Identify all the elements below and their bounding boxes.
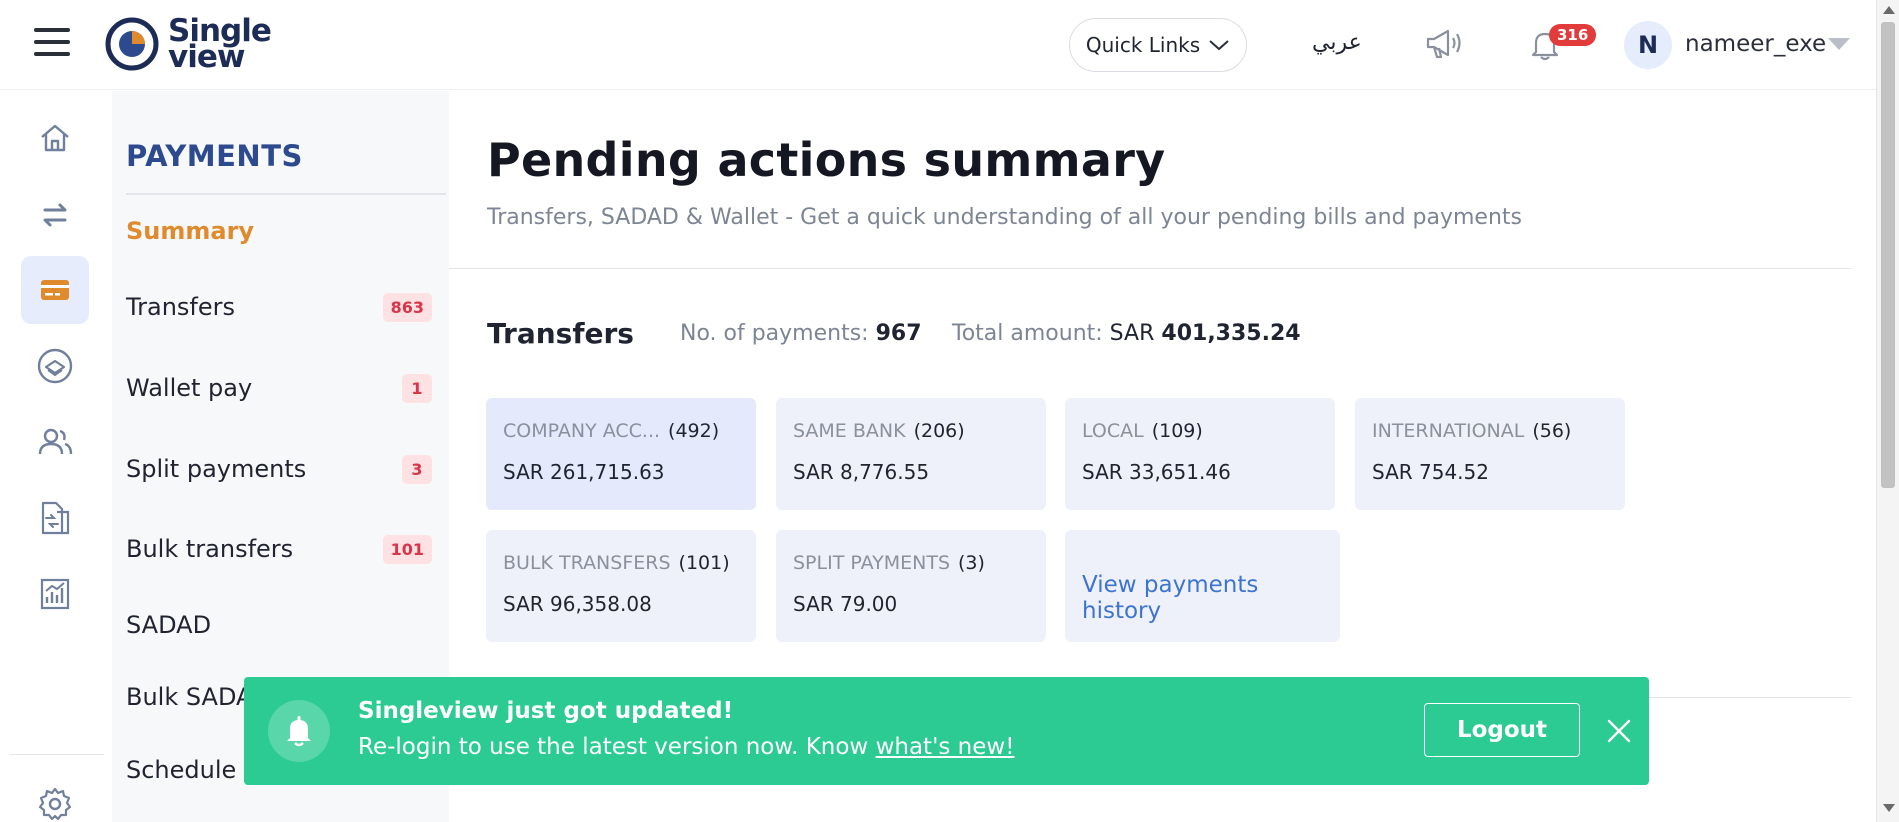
singleview-logo[interactable]: Single view [104, 13, 272, 75]
subnav-item-label: Schedule p [126, 756, 260, 784]
home-icon [41, 124, 69, 152]
scroll-up-arrow-icon[interactable] [1883, 6, 1895, 14]
gear-icon [38, 787, 72, 821]
toast-message: Re-login to use the latest version now. … [358, 734, 1015, 760]
count-badge: 863 [382, 292, 432, 322]
caret-down-icon[interactable] [1828, 38, 1850, 50]
summary-card-local[interactable]: LOCAL (109) SAR 33,651.46 [1065, 398, 1335, 510]
whats-new-link[interactable]: what's new! [876, 734, 1015, 760]
count-badge: 101 [382, 534, 432, 564]
document-transfer-icon [41, 501, 70, 535]
scroll-down-arrow-icon[interactable] [1883, 804, 1895, 812]
subnav-item-summary[interactable]: Summary [126, 211, 432, 251]
rail-payments[interactable] [21, 256, 89, 324]
subnav-item-label: Summary [126, 217, 255, 245]
subnav-item-label: Wallet pay [126, 374, 253, 402]
payments-count-stat: No. of payments: 967 [680, 321, 922, 346]
summary-card-international[interactable]: INTERNATIONAL (56) SAR 754.52 [1355, 398, 1625, 510]
icon-rail [0, 91, 112, 822]
logo-mark-icon [105, 17, 159, 71]
rail-transfers[interactable] [21, 181, 89, 249]
header-divider [449, 268, 1851, 269]
subnav-item-wallet-pay[interactable]: Wallet pay 1 [126, 368, 432, 408]
subnav-item-label: Split payments [126, 455, 307, 483]
subnav-item-bulk-transfers[interactable]: Bulk transfers 101 [126, 529, 432, 569]
bill-icon [37, 348, 73, 384]
notification-count-badge: 316 [1549, 24, 1597, 46]
chevron-down-icon [1209, 40, 1229, 51]
logout-button[interactable]: Logout [1424, 703, 1580, 757]
update-toast: Singleview just got updated! Re-login to… [244, 677, 1649, 785]
subnav-item-split-payments[interactable]: Split payments 3 [126, 449, 432, 489]
section-title: Transfers [487, 317, 634, 350]
top-bar: Single view Quick Links عربي 316 N namee… [0, 0, 1876, 90]
scroll-thumb[interactable] [1881, 22, 1895, 488]
summary-card-split-payments[interactable]: SPLIT PAYMENTS (3) SAR 79.00 [776, 530, 1046, 642]
count-badge: 1 [402, 373, 432, 403]
subnav-item-label: SADAD [126, 611, 212, 639]
megaphone-icon[interactable] [1424, 26, 1466, 62]
subnav-item-label: Transfers [126, 293, 236, 321]
logo-text: Single view [168, 13, 272, 75]
count-badge: 3 [402, 454, 432, 484]
summary-card-bulk-transfers[interactable]: BULK TRANSFERS (101) SAR 96,358.08 [486, 530, 756, 642]
rail-bills[interactable] [21, 332, 89, 400]
bell-icon [287, 716, 311, 747]
page-scrollbar[interactable] [1876, 0, 1899, 822]
subnav-item-sadad[interactable]: SADAD [126, 605, 432, 645]
page-subtitle: Transfers, SADAD & Wallet - Get a quick … [487, 205, 1522, 230]
rail-documents[interactable] [21, 484, 89, 552]
subnav-item-transfers[interactable]: Transfers 863 [126, 287, 432, 327]
menu-icon[interactable] [34, 28, 70, 60]
summary-card-same-bank[interactable]: SAME BANK (206) SAR 8,776.55 [776, 398, 1046, 510]
total-amount-stat: Total amount: SAR 401,335.24 [952, 321, 1301, 346]
toast-title: Singleview just got updated! [358, 698, 734, 724]
card-icon [41, 280, 69, 300]
rail-home[interactable] [21, 104, 89, 172]
rail-divider [10, 754, 104, 755]
view-payments-history-link[interactable]: View payments history [1065, 530, 1340, 642]
summary-card-company-accounts[interactable]: COMPANY ACC... (492) SAR 261,715.63 [486, 398, 756, 510]
subnav-title: PAYMENTS [126, 139, 303, 173]
page-title: Pending actions summary [487, 133, 1166, 187]
rail-settings[interactable] [21, 770, 89, 822]
quick-links-label: Quick Links [1085, 33, 1201, 57]
toast-bell-icon-wrap [268, 700, 330, 762]
rail-users[interactable] [21, 408, 89, 476]
close-icon[interactable] [1605, 717, 1633, 745]
username[interactable]: nameer_exe [1685, 31, 1826, 57]
language-toggle[interactable]: عربي [1312, 30, 1362, 55]
users-icon [38, 428, 73, 455]
subnav-item-label: Bulk transfers [126, 535, 294, 563]
subnav-divider [126, 193, 446, 195]
avatar[interactable]: N [1624, 21, 1672, 69]
chart-icon [40, 578, 70, 610]
quick-links-dropdown[interactable]: Quick Links [1069, 18, 1247, 72]
transfer-arrows-icon [43, 203, 67, 227]
rail-reports[interactable] [21, 560, 89, 628]
